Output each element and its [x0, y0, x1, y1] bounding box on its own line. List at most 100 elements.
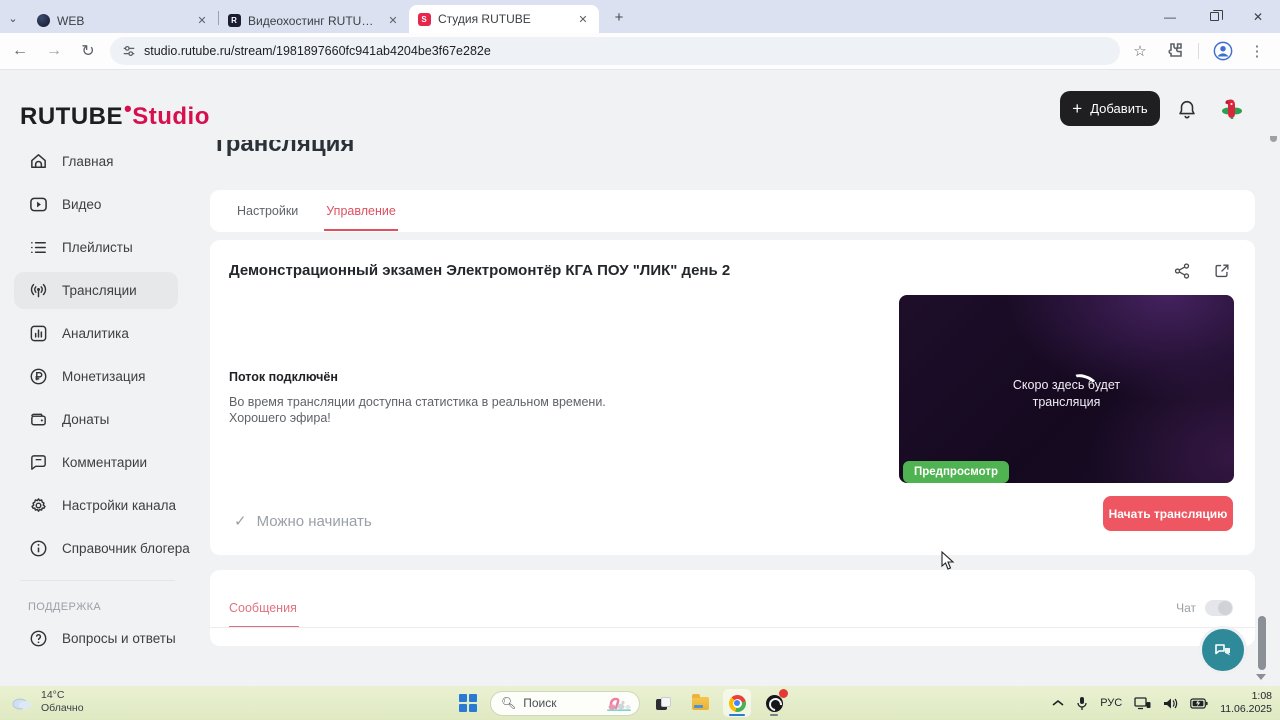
external-link-icon[interactable]	[1213, 262, 1231, 280]
tab-management[interactable]: Управление	[326, 191, 396, 231]
obs-notification-badge	[779, 689, 788, 698]
preview-badge: Предпросмотр	[903, 461, 1009, 483]
url-input[interactable]: studio.rutube.ru/stream/1981897660fc941a…	[144, 44, 491, 58]
microphone-icon[interactable]	[1076, 696, 1088, 711]
network-icon[interactable]	[1134, 696, 1151, 710]
sidebar-item-channel-settings[interactable]: Настройки канала	[0, 484, 195, 527]
extensions-icon[interactable]	[1164, 41, 1184, 61]
tab-title: WEB	[57, 14, 188, 28]
stream-status-text: Во время трансляции доступна статистика …	[229, 394, 849, 410]
share-icon[interactable]	[1173, 262, 1191, 280]
stream-tabs-card: Настройки Управление	[210, 190, 1255, 232]
taskbar-clock[interactable]: 1:08 11.06.2025	[1220, 690, 1272, 716]
search-icon: 🔍︎	[501, 696, 516, 710]
stream-status-text: Хорошего эфира!	[229, 410, 849, 426]
sidebar-item-analytics[interactable]: Аналитика	[0, 312, 195, 355]
tab-title: Видеохостинг RUTUBE. Смотр	[248, 14, 379, 28]
sidebar-item-home[interactable]: Главная	[0, 140, 195, 183]
user-avatar[interactable]	[1218, 95, 1245, 122]
studio-tab-favicon: S	[417, 12, 431, 26]
windows-logo-icon	[459, 694, 477, 712]
question-icon	[28, 629, 48, 649]
sidebar-item-monetization[interactable]: Монетизация	[0, 355, 195, 398]
back-icon[interactable]: ←	[6, 37, 34, 65]
comment-icon	[28, 453, 48, 473]
sidebar-item-video[interactable]: Видео	[0, 183, 195, 226]
cloud-icon	[10, 693, 34, 711]
language-indicator[interactable]: РУС	[1100, 697, 1122, 709]
taskbar-search[interactable]: 🔍︎ Поиск	[490, 691, 640, 716]
page-title: Трансляция	[212, 140, 354, 160]
task-view-button[interactable]	[649, 689, 677, 717]
forward-icon[interactable]: →	[40, 37, 68, 65]
folder-icon	[692, 697, 709, 710]
obs-taskbar-button[interactable]	[760, 689, 788, 717]
volume-icon[interactable]	[1163, 697, 1178, 710]
plus-icon: +	[1072, 99, 1082, 119]
weather-temp: 14°C	[41, 689, 84, 702]
stream-preview-player[interactable]: Скоро здесь будет трансляция Предпросмот…	[899, 295, 1234, 483]
sidebar-item-faq[interactable]: Вопросы и ответы	[0, 617, 195, 660]
web-tab-favicon	[36, 14, 50, 28]
window-restore-button[interactable]	[1192, 0, 1236, 33]
taskbar-weather-widget[interactable]: 14°C Облачно	[10, 689, 84, 715]
bookmark-star-icon[interactable]: ☆	[1130, 41, 1150, 61]
search-placeholder: Поиск	[523, 696, 596, 710]
sidebar-item-blogger-guide[interactable]: Справочник блогера	[0, 527, 195, 570]
tab-settings[interactable]: Настройки	[237, 191, 298, 231]
close-tab-icon[interactable]: ✕	[194, 13, 210, 29]
content-scrollbar-thumb[interactable]	[1258, 616, 1266, 670]
stream-card: Демонстрационный экзамен Электромонтёр К…	[210, 240, 1255, 555]
sidebar-item-comments[interactable]: Комментарии	[0, 441, 195, 484]
start-button[interactable]	[455, 690, 481, 716]
gear-icon	[28, 496, 48, 516]
parrot-avatar-image	[1219, 96, 1245, 122]
active-app-indicator	[729, 714, 745, 717]
logo-dot: •	[124, 96, 132, 121]
chat-toggle[interactable]	[1205, 600, 1233, 616]
tab-search-icon[interactable]: ⌄	[4, 9, 22, 27]
battery-icon[interactable]	[1190, 698, 1208, 709]
add-button[interactable]: + Добавить	[1060, 91, 1160, 126]
window-minimize-button[interactable]: —	[1148, 0, 1192, 33]
start-stream-button[interactable]: Начать трансляцию	[1103, 496, 1233, 531]
chrome-taskbar-button[interactable]	[723, 689, 751, 717]
site-settings-icon[interactable]	[122, 44, 136, 58]
close-tab-icon[interactable]: ✕	[575, 11, 591, 27]
messages-divider	[210, 627, 1255, 628]
browser-tabstrip: ⌄ WEB ✕ R Видеохостинг RUTUBE. Смотр ✕ S…	[0, 0, 1280, 33]
sidebar-item-streams[interactable]: Трансляции	[0, 269, 195, 312]
tab-messages[interactable]: Сообщения	[229, 601, 297, 615]
task-view-icon	[656, 697, 671, 710]
url-bar[interactable]: studio.rutube.ru/stream/1981897660fc941a…	[110, 37, 1120, 65]
browser-toolbar: ← → ↻ studio.rutube.ru/stream/1981897660…	[0, 33, 1280, 70]
window-close-button[interactable]: ✕	[1236, 0, 1280, 33]
screen: ⌄ WEB ✕ R Видеохостинг RUTUBE. Смотр ✕ S…	[0, 0, 1280, 720]
browser-tab-web[interactable]: WEB ✕	[28, 8, 218, 33]
sidebar-section-support: ПОДДЕРЖКА	[0, 581, 195, 617]
rutube-studio-logo[interactable]: RUTUBE•Studio	[20, 96, 210, 131]
tray-expand-chevron-icon[interactable]	[1052, 699, 1064, 707]
sidebar-item-donations[interactable]: Донаты	[0, 398, 195, 441]
reload-icon[interactable]: ↻	[74, 37, 102, 65]
scrollbar-down-arrow[interactable]	[1256, 674, 1266, 680]
playlist-icon	[28, 238, 48, 258]
new-tab-button[interactable]: +	[607, 5, 631, 29]
sidebar: Главная Видео Плейлисты Трансляции	[0, 140, 195, 660]
notifications-bell-icon[interactable]	[1176, 98, 1198, 120]
sidebar-item-playlists[interactable]: Плейлисты	[0, 226, 195, 269]
profile-icon[interactable]	[1213, 41, 1233, 61]
stream-title: Демонстрационный экзамен Электромонтёр К…	[229, 262, 730, 279]
running-app-indicator	[770, 714, 778, 717]
close-tab-icon[interactable]: ✕	[385, 13, 401, 29]
support-chat-fab[interactable]	[1199, 626, 1247, 674]
mouse-cursor	[941, 551, 955, 571]
browser-tab-rutube[interactable]: R Видеохостинг RUTUBE. Смотр ✕	[219, 8, 409, 33]
stream-status-title: Поток подключён	[229, 370, 849, 384]
browser-menu-icon[interactable]: ⋮	[1247, 41, 1267, 61]
stream-ready-status: ✓ Можно начинать	[234, 512, 372, 530]
home-icon	[28, 152, 48, 172]
browser-tab-studio-active[interactable]: S Студия RUTUBE ✕	[409, 5, 599, 33]
file-explorer-button[interactable]	[686, 689, 714, 717]
app-header: RUTUBE•Studio + Добавить	[0, 70, 1280, 136]
